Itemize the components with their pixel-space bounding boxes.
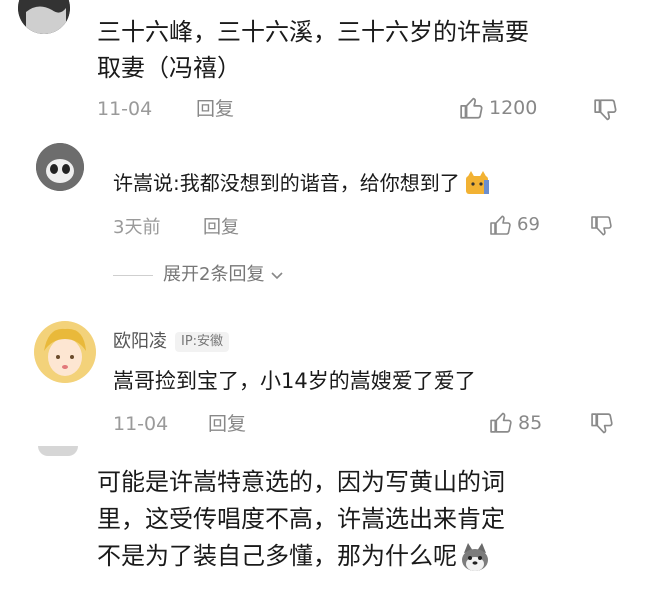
expand-replies-row[interactable]: 展开2条回复: [113, 263, 286, 287]
comment1-date: 11-04: [97, 98, 153, 120]
thumbs-down-icon[interactable]: [590, 411, 615, 436]
avatar-image: [34, 321, 96, 383]
chevron-down-icon[interactable]: [268, 266, 286, 284]
comment2-author[interactable]: 欧阳凌: [113, 330, 167, 354]
comment3-text-line3: 不是为了装自己多懂，那为什么呢: [97, 542, 457, 570]
comment1-text-line2: 取妻（冯禧）: [97, 54, 241, 82]
thumbs-down-icon[interactable]: [593, 97, 619, 123]
comment2-reply-button[interactable]: 回复: [208, 412, 246, 436]
comment1-reply-button[interactable]: 回复: [196, 97, 234, 121]
avatar-comment2[interactable]: [34, 321, 96, 383]
thumbs-up-icon: [489, 213, 513, 237]
comment1-like-button[interactable]: 1200: [459, 95, 537, 121]
comment1-text: 三十六峰，三十六溪，三十六岁的许嵩要 取妻（冯禧）: [97, 14, 637, 86]
comment2-date: 11-04: [113, 413, 169, 435]
comment3-text-line1: 可能是许嵩特意选的，因为写黄山的词: [97, 468, 505, 496]
comment1-like-count: 1200: [489, 97, 538, 119]
expand-replies-label[interactable]: 展开2条回复: [163, 263, 264, 287]
husky-emoji-icon: [459, 541, 491, 573]
comment2-author-row: 欧阳凌 IP:安徽: [113, 330, 230, 354]
comment3-text: 可能是许嵩特意选的，因为写黄山的词 里，这受传唱度不高，许嵩选出来肯定 不是为了…: [97, 464, 637, 575]
reply1-date: 3天前: [113, 217, 161, 238]
reply1-reply-button[interactable]: 回复: [203, 216, 239, 240]
comment2-text: 嵩哥捡到宝了，小14岁的嵩嫂爱了爱了: [113, 369, 476, 393]
comment1-text-line1: 三十六峰，三十六溪，三十六岁的许嵩要: [97, 18, 529, 46]
avatar-image: [18, 0, 70, 34]
reply1-text: 许嵩说:我都没想到的谐音，给你想到了: [113, 171, 460, 195]
reply1-like-button[interactable]: 69: [489, 213, 540, 237]
avatar-reply1[interactable]: [36, 143, 84, 191]
cat-emoji-icon: [464, 170, 490, 196]
avatar-comment3[interactable]: [38, 446, 78, 456]
reply1-text-row: 许嵩说:我都没想到的谐音，给你想到了: [113, 168, 490, 198]
comment2-like-count: 85: [518, 411, 543, 434]
reply1-like-count: 69: [517, 214, 540, 235]
comment3-text-line2: 里，这受传唱度不高，许嵩选出来肯定: [97, 505, 505, 533]
expand-divider: [113, 274, 153, 276]
avatar-comment1[interactable]: [18, 0, 70, 34]
thumbs-up-icon: [459, 95, 485, 121]
comment2-ip-badge: IP:安徽: [175, 332, 230, 352]
avatar-image: [36, 143, 84, 191]
comment3-text-line3-row: 不是为了装自己多懂，那为什么呢: [97, 538, 637, 575]
thumbs-down-icon[interactable]: [590, 214, 614, 238]
comment2-like-button[interactable]: 85: [489, 410, 542, 435]
thumbs-up-icon: [489, 410, 514, 435]
